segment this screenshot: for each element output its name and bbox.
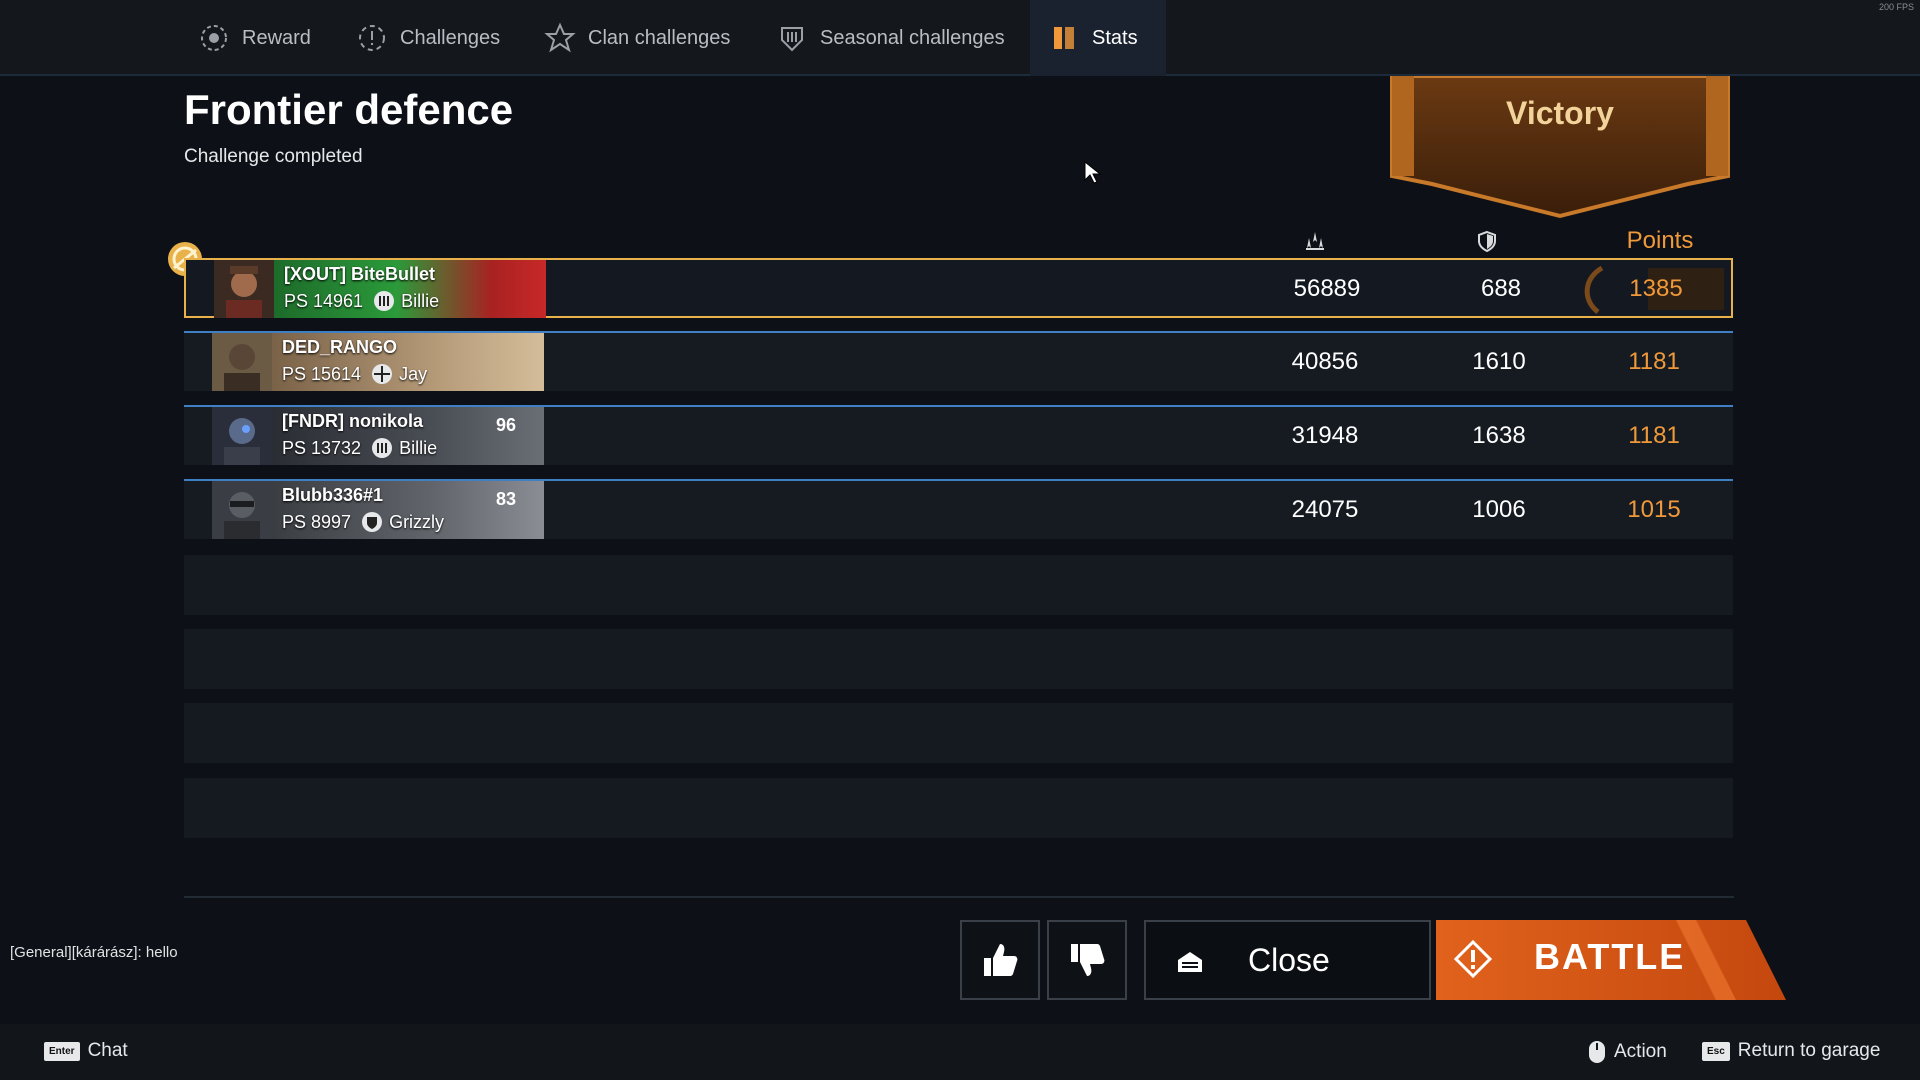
dislike-button[interactable] [1047,920,1127,1000]
battle-button-label: BATTLE [1534,936,1686,977]
player-nameplate: [FNDR] nonikola PS 13732 Billie 96 [272,407,544,465]
return-to-garage-label: Return to garage [1737,1040,1881,1061]
seasonal-challenges-icon [781,27,803,52]
tab-stats[interactable]: Stats [1030,0,1166,76]
action-hint-label: Action [1614,1041,1667,1062]
mouse-cursor-icon [1084,160,1102,184]
chat-hint-label: Chat [87,1040,128,1061]
damage-value: 56889 [1293,275,1361,302]
close-button[interactable]: Close [1144,920,1431,1000]
tab-reward-label: Reward [242,26,311,49]
player-name: [XOUT] BiteBullet [284,264,435,284]
tab-clan-challenges-label: Clan challenges [588,26,731,49]
player-power-score: PS 15614 [282,363,362,384]
defence-column-header [1452,226,1522,256]
reward-icon [201,25,227,51]
return-to-garage-hint[interactable]: Esc Return to garage [1702,1040,1880,1062]
player-avatar [212,333,272,391]
player-avatar [212,481,272,539]
damage-value: 40856 [1291,348,1359,375]
tab-seasonal-challenges-label: Seasonal challenges [820,26,1005,49]
clan-challenges-icon [544,22,576,53]
close-button-label: Close [1248,942,1330,978]
empty-row [184,629,1733,689]
chat-message: [General][kárárász]: hello [10,944,178,961]
player-crew: Jay [399,363,428,384]
defence-value: 1006 [1472,496,1526,523]
result-label: Victory [1506,95,1614,131]
points-column-header: Points [1626,227,1694,254]
tab-challenges[interactable]: Challenges [338,0,518,76]
player-crew: Billie [401,290,440,311]
empty-row [184,778,1733,838]
player-level: 96 [495,415,516,435]
shield-icon [1478,230,1496,252]
divider-line [184,896,1734,898]
empty-row [184,703,1733,763]
points-value: 1385 [1629,275,1683,302]
garage-icon [1178,952,1202,972]
player-row[interactable]: Blubb336#1 PS 8997 Grizzly 83 24075 1006… [184,479,1733,539]
crew-billie-icon [374,291,395,311]
defence-value: 1610 [1472,348,1526,375]
top-nav-bar: 200 FPS Reward Challenges Clan challenge… [0,0,1920,76]
crew-billie-icon [372,438,393,458]
damage-column-header [1280,226,1350,256]
points-value: 1181 [1628,348,1680,375]
defence-value: 1638 [1472,422,1526,449]
defence-value: 688 [1480,275,1522,302]
player-avatar [212,407,272,465]
mouse-icon [1589,1041,1605,1063]
fps-counter: 200 FPS [1878,2,1914,12]
chat-hint[interactable]: Enter Chat [44,1040,128,1062]
damage-value: 31948 [1291,422,1359,449]
battle-button[interactable]: BATTLE [1436,920,1788,1000]
page-subtitle: Challenge completed [184,146,363,167]
tab-reward[interactable]: Reward [180,0,329,76]
damage-value: 24075 [1291,496,1359,523]
page-title: Frontier defence [184,86,514,133]
tab-challenges-label: Challenges [400,26,501,49]
player-nameplate: Blubb336#1 PS 8997 Grizzly 83 [272,481,544,539]
player-power-score: PS 8997 [282,511,352,532]
battle-icon [1454,940,1492,978]
empty-row [184,555,1733,615]
tab-seasonal-challenges[interactable]: Seasonal challenges [758,0,1023,76]
crew-grizzly-icon [362,512,383,532]
player-row[interactable]: DED_RANGO PS 15614 Jay 40856 1610 1181 [184,331,1733,391]
enter-key-icon: Enter [44,1041,80,1061]
player-name: DED_RANGO [282,337,398,357]
damage-icon [1306,232,1324,250]
challenges-icon [359,25,385,51]
stats-icon [1054,27,1074,49]
action-hint[interactable]: Action [1588,1040,1667,1064]
thumbs-down-icon [1071,944,1105,976]
player-nameplate: [XOUT] BiteBullet PS 14961 Billie [274,260,546,318]
player-power-score: PS 13732 [282,437,362,458]
like-button[interactable] [960,920,1040,1000]
thumbs-up-icon [984,944,1018,976]
crew-jay-icon [372,364,393,384]
tab-clan-challenges[interactable]: Clan challenges [526,0,748,76]
player-crew: Grizzly [389,511,445,532]
player-level: 83 [495,489,516,509]
esc-key-icon: Esc [1702,1041,1730,1061]
player-name: Blubb336#1 [282,485,384,505]
player-row[interactable]: [XOUT] BiteBullet PS 14961 Billie 56889 … [184,258,1733,318]
points-value: 1015 [1627,496,1681,523]
player-avatar [214,260,274,318]
points-value: 1181 [1628,422,1680,449]
player-power-score: PS 14961 [284,290,364,311]
player-name: [FNDR] nonikola [282,411,423,431]
player-row[interactable]: [FNDR] nonikola PS 13732 Billie 96 31948… [184,405,1733,465]
tab-stats-label: Stats [1092,26,1138,49]
player-nameplate: DED_RANGO PS 15614 Jay [272,333,544,391]
player-crew: Billie [399,437,438,458]
